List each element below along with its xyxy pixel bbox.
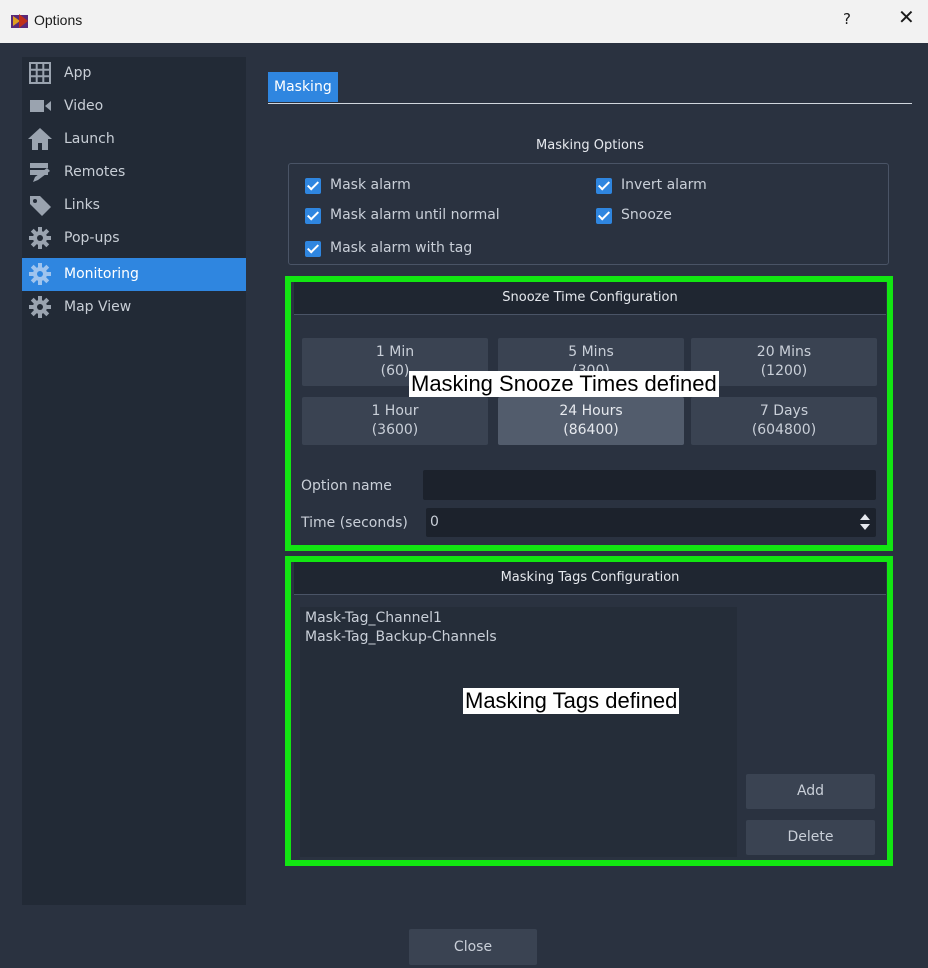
snooze-highlight-box <box>285 276 893 551</box>
checkbox-checked <box>596 178 612 194</box>
sidebar-item-label: App <box>64 65 92 81</box>
sidebar-item-label: Remotes <box>64 164 126 180</box>
sidebar-item-monitoring[interactable]: Monitoring <box>22 258 246 291</box>
help-button[interactable]: ? <box>843 10 851 28</box>
sidebar-item-label: Links <box>64 197 100 213</box>
app-logo-icon <box>11 14 28 28</box>
checkbox-checked <box>596 208 612 224</box>
remote-edit-icon <box>30 163 50 182</box>
gear-icon <box>29 263 51 285</box>
video-camera-icon <box>30 100 51 112</box>
checkbox-label: Mask alarm with tag <box>330 240 473 256</box>
sidebar-item-label: Video <box>64 98 104 114</box>
home-icon <box>28 128 52 150</box>
sidebar-item-links[interactable]: Links <box>22 189 246 222</box>
sidebar-item-label: Map View <box>64 299 132 315</box>
tab-masking[interactable]: Masking <box>268 72 338 102</box>
gear-icon <box>29 227 51 249</box>
checkbox-label: Mask alarm <box>330 177 411 193</box>
checkbox-label: Invert alarm <box>621 177 707 193</box>
sidebar-item-label: Monitoring <box>64 266 139 282</box>
tab-divider <box>268 103 912 104</box>
checkbox-checked <box>305 208 321 224</box>
title-bar: Options ? ✕ <box>0 0 928 43</box>
grid-icon <box>29 62 51 84</box>
masking-options-title: Masking Options <box>536 138 644 153</box>
close-window-button[interactable]: ✕ <box>898 7 915 27</box>
sidebar-item-label: Pop-ups <box>64 230 120 246</box>
close-button[interactable]: Close <box>409 929 537 965</box>
sidebar: App Video Launch Remotes Links Pop-ups M… <box>22 57 246 905</box>
sidebar-item-pop-ups[interactable]: Pop-ups <box>22 222 246 255</box>
sidebar-item-app[interactable]: App <box>22 57 246 90</box>
sidebar-item-launch[interactable]: Launch <box>22 123 246 156</box>
sidebar-item-map-view[interactable]: Map View <box>22 291 246 324</box>
sidebar-item-remotes[interactable]: Remotes <box>22 156 246 189</box>
checkbox-checked <box>305 178 321 194</box>
sidebar-item-label: Launch <box>64 131 115 147</box>
checkbox-label: Snooze <box>621 207 672 223</box>
sidebar-item-video[interactable]: Video <box>22 90 246 123</box>
checkbox-label: Mask alarm until normal <box>330 207 500 223</box>
tags-highlight-box <box>285 556 893 866</box>
gear-icon <box>29 296 51 318</box>
window-title: Options <box>34 12 83 28</box>
checkbox-checked <box>305 241 321 257</box>
tag-icon <box>30 196 51 216</box>
